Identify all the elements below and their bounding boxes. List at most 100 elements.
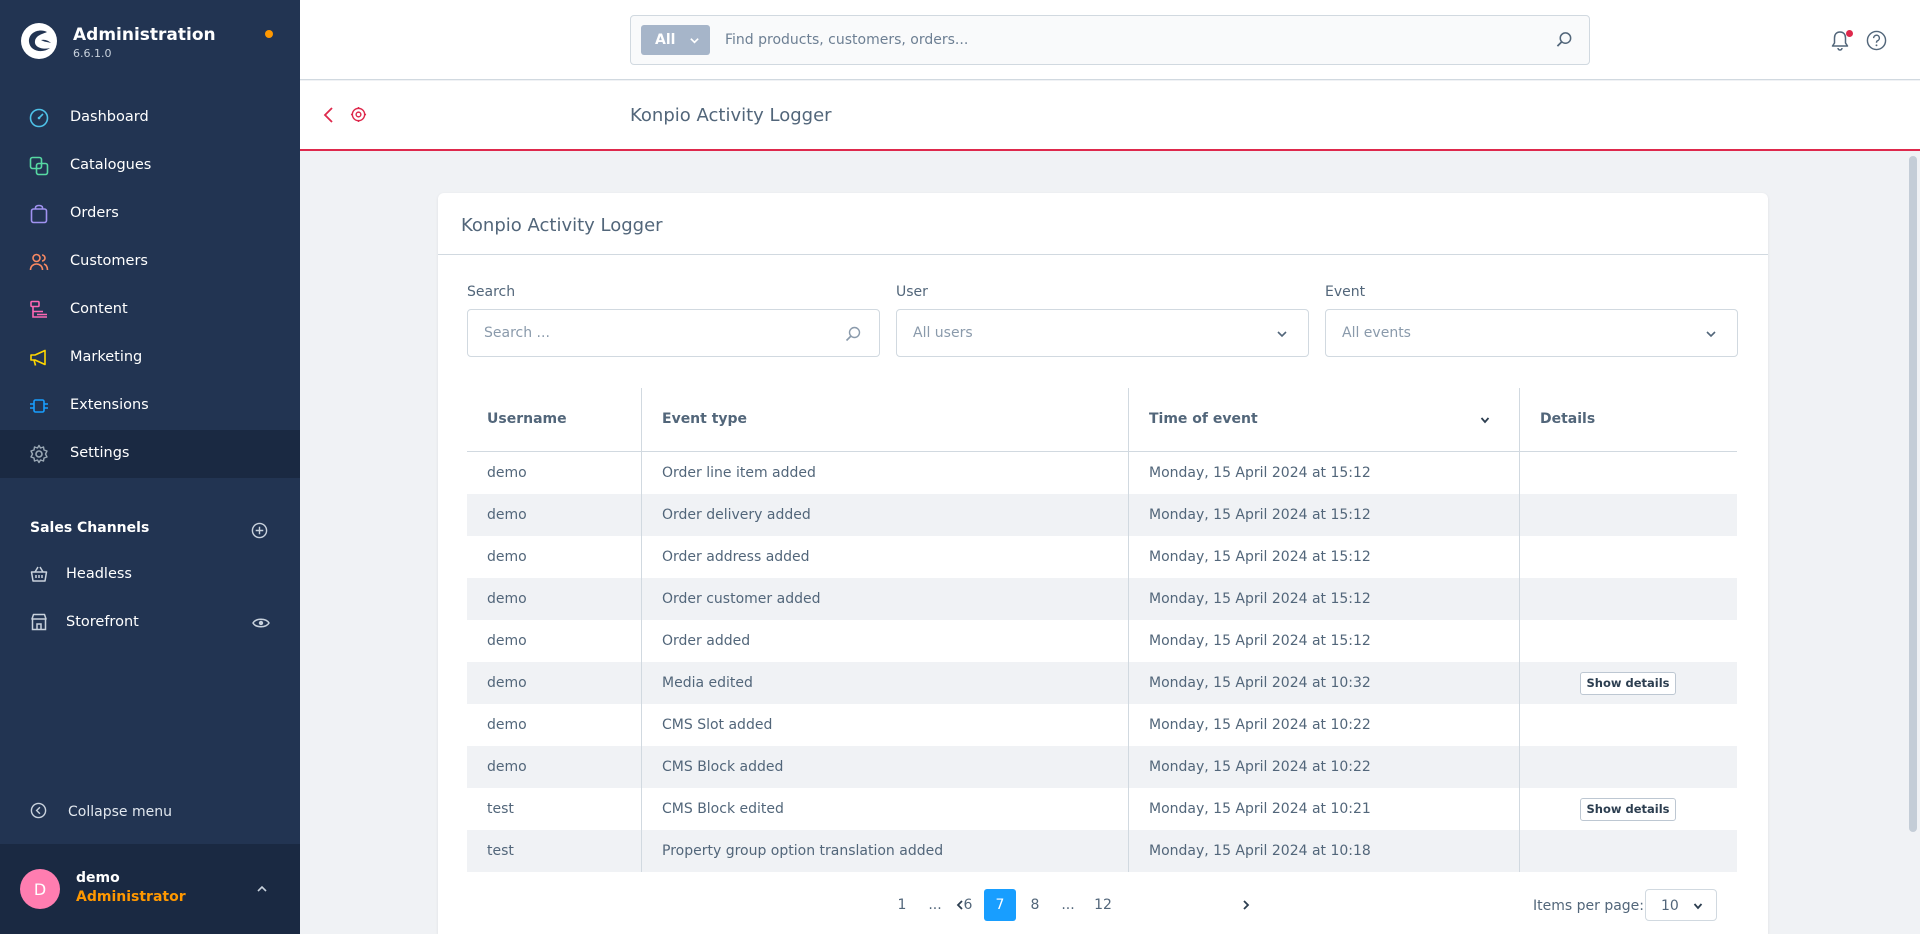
search-icon[interactable] (1556, 31, 1573, 48)
search-scope-value: All (655, 32, 676, 48)
cell-event-type: Order added (642, 620, 1129, 662)
card-divider (438, 254, 1768, 255)
search-icon (845, 326, 861, 342)
column-header-time[interactable]: Time of event (1129, 388, 1520, 452)
card-title: Konpio Activity Logger (461, 215, 663, 236)
cell-username: demo (467, 494, 642, 536)
activity-logger-card: Konpio Activity Logger Search Search ...… (438, 193, 1768, 934)
items-per-page-select[interactable]: 10 (1645, 889, 1717, 921)
nav-item-orders[interactable]: Orders (0, 190, 300, 238)
eye-icon[interactable] (252, 617, 270, 629)
column-header-details[interactable]: Details (1520, 388, 1737, 452)
table-body: demo Order line item added Monday, 15 Apri… (467, 452, 1737, 872)
top-bar: All Find products, customers, orders... (300, 0, 1920, 80)
table-row: demo CMS Slot added Monday, 15 April 2024 … (467, 704, 1737, 746)
nav-item-dashboard[interactable]: Dashboard (0, 94, 300, 142)
cell-details: Show details (1520, 788, 1737, 830)
cell-time-text: Monday, 15 April 2024 at 15:12 (1149, 549, 1371, 565)
search-field-label: Search (467, 284, 516, 300)
cell-time-text: Monday, 15 April 2024 at 15:12 (1149, 633, 1371, 649)
cell-time: Monday, 15 April 2024 at 15:12 (1129, 536, 1520, 578)
cell-details: Show details (1520, 662, 1737, 704)
page-button[interactable]: 7 (984, 889, 1016, 921)
cell-username: test (467, 830, 642, 872)
sidebar: Administration 6.6.1.0 Dashboard Catalog… (0, 0, 300, 934)
user-menu[interactable]: D demo Administrator (0, 844, 300, 934)
back-arrow-icon[interactable] (322, 106, 334, 124)
cell-event-type: CMS Block edited (642, 788, 1129, 830)
cell-event-type: Order delivery added (642, 494, 1129, 536)
global-search-input[interactable]: Find products, customers, orders... (725, 32, 968, 48)
event-filter-select[interactable]: All events (1325, 309, 1738, 357)
show-details-button[interactable]: Show details (1580, 798, 1676, 821)
collapse-menu-button[interactable]: Collapse menu (0, 796, 300, 828)
column-divider (1519, 388, 1520, 872)
cell-event-type-text: CMS Slot added (662, 717, 773, 733)
orders-bag-icon (30, 204, 48, 224)
page-button[interactable]: 8 (1018, 889, 1052, 921)
user-filter-select[interactable]: All users (896, 309, 1309, 357)
cell-username: test (467, 788, 642, 830)
nav-item-customers[interactable]: Customers (0, 238, 300, 286)
sales-channel-headless[interactable]: Headless (0, 555, 300, 595)
collapse-menu-label: Collapse menu (68, 804, 172, 820)
page-ellipsis: ... (1061, 897, 1075, 913)
chevron-down-icon (1706, 331, 1716, 338)
items-per-page-value: 10 (1661, 898, 1679, 914)
next-page-icon[interactable] (1240, 899, 1252, 911)
nav-item-catalogues[interactable]: Catalogues (0, 142, 300, 190)
cell-username-text: demo (487, 759, 527, 775)
page-button[interactable]: 1 (885, 889, 919, 921)
cell-event-type-text: Media edited (662, 675, 753, 691)
cell-time: Monday, 15 April 2024 at 10:21 (1129, 788, 1520, 830)
chevron-down-icon (1277, 331, 1287, 338)
search-scope-select[interactable]: All (641, 25, 710, 55)
cell-time: Monday, 15 April 2024 at 15:12 (1129, 620, 1520, 662)
cell-event-type: Property group option translation added (642, 830, 1129, 872)
table-header: Username Event type Time of event Detail… (467, 388, 1737, 452)
nav-label: Settings (70, 445, 130, 461)
column-header-event-type[interactable]: Event type (642, 388, 1129, 452)
nav-item-extensions[interactable]: Extensions (0, 382, 300, 430)
items-per-page-label: Items per page: (1533, 898, 1645, 914)
module-settings-icon (350, 106, 367, 123)
user-filter-value: All users (913, 325, 973, 341)
cell-time: Monday, 15 April 2024 at 15:12 (1129, 494, 1520, 536)
sales-channel-storefront[interactable]: Storefront (0, 603, 300, 643)
chevron-down-icon (690, 38, 699, 44)
cell-time-text: Monday, 15 April 2024 at 15:12 (1149, 465, 1371, 481)
page-button[interactable]: 12 (1086, 889, 1120, 921)
nav-label: Orders (70, 205, 119, 221)
plugin-icon (30, 399, 48, 413)
help-icon[interactable] (1866, 30, 1887, 51)
cell-username-text: demo (487, 465, 527, 481)
chevron-down-icon (1693, 903, 1703, 910)
user-role: Administrator (76, 889, 186, 905)
cell-username: demo (467, 536, 642, 578)
nav-item-content[interactable]: Content (0, 286, 300, 334)
nav-item-settings[interactable]: Settings (0, 430, 300, 478)
chevron-up-icon[interactable] (255, 882, 269, 896)
pagination: 1... 6 7 8... 12 Items per page: 10 (438, 889, 1768, 923)
page-ellipsis: ... (928, 897, 942, 913)
cell-time-text: Monday, 15 April 2024 at 15:12 (1149, 591, 1371, 607)
cell-time: Monday, 15 April 2024 at 10:22 (1129, 746, 1520, 788)
column-header-username[interactable]: Username (467, 388, 642, 452)
cell-username: demo (467, 704, 642, 746)
table-row: demo Order added Monday, 15 April 2024 at … (467, 620, 1737, 662)
global-search[interactable]: All Find products, customers, orders... (630, 15, 1590, 65)
cell-time-text: Monday, 15 April 2024 at 10:21 (1149, 801, 1371, 817)
sort-chevron-down-icon[interactable] (1479, 414, 1491, 426)
cell-event-type-text: CMS Block added (662, 759, 784, 775)
cell-time-text: Monday, 15 April 2024 at 10:18 (1149, 843, 1371, 859)
shopware-logo-icon[interactable] (20, 22, 58, 60)
search-input[interactable]: Search ... (467, 309, 880, 357)
user-filter-label: User (896, 284, 928, 300)
table-row: test Property group option translation ad… (467, 830, 1737, 872)
page-button[interactable]: 6 (951, 889, 985, 921)
add-sales-channel-icon[interactable] (251, 522, 268, 539)
nav-item-marketing[interactable]: Marketing (0, 334, 300, 382)
show-details-button[interactable]: Show details (1580, 672, 1676, 695)
scrollbar-thumb[interactable] (1909, 156, 1917, 832)
sales-channel-label: Storefront (66, 614, 139, 630)
